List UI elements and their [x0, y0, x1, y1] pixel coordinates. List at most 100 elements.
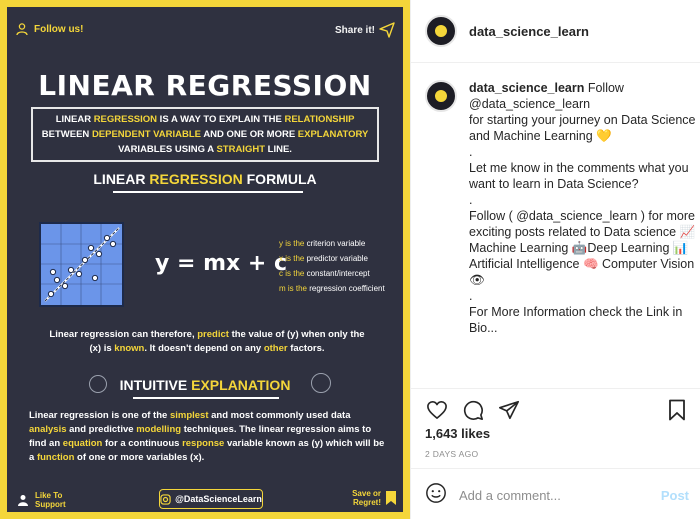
text-segment: of one or more variables (x). — [74, 452, 205, 463]
text-segment: LINEAR — [55, 114, 94, 125]
highlighted-text: known — [114, 343, 145, 354]
text-segment: predictor variable — [306, 254, 368, 263]
intuitive-heading-underline — [133, 397, 279, 399]
formula-heading: LINEAR REGRESSION FORMULA — [7, 171, 403, 193]
legend-item-y: y is the criterion variable — [279, 236, 385, 251]
highlighted-text: function — [36, 452, 75, 463]
emoji-button[interactable] — [425, 482, 447, 509]
text-segment: AND ONE OR MORE — [201, 129, 298, 140]
comment-input[interactable] — [459, 488, 649, 503]
avatar[interactable] — [425, 15, 457, 47]
text-segment: LINEAR — [93, 171, 150, 187]
text-segment: IS A WAY TO EXPLAIN THE — [157, 114, 285, 125]
send-icon — [379, 22, 395, 38]
regression-plot-illustration — [39, 222, 124, 307]
highlighted-text: m is the — [279, 284, 310, 293]
text-segment: . It doesn't depend on any — [144, 343, 264, 354]
instagram-handle-badge: @DataScienceLearn — [159, 489, 263, 509]
highlighted-text: response — [182, 438, 225, 449]
save-button[interactable] — [665, 398, 689, 422]
caption-body: @data_science_learn for starting your jo… — [469, 97, 696, 335]
caption-username[interactable]: data_science_learn — [469, 81, 584, 95]
text-segment: INTUITIVE — [119, 377, 192, 393]
caption-text: data_science_learn Follow @data_science_… — [469, 80, 700, 336]
comment-divider — [411, 468, 700, 469]
text-segment: constant/intercept — [306, 269, 370, 278]
highlighted-text: STRAIGHT — [216, 144, 265, 155]
intuitive-heading-text: INTUITIVE EXPLANATION — [120, 377, 291, 393]
text-segment: Linear regression can therefore, — [49, 329, 198, 340]
save-or-regret: Save or Regret! — [352, 489, 397, 507]
share-button[interactable] — [497, 398, 521, 422]
post-comment-button[interactable]: Post — [661, 488, 689, 503]
instagram-handle: @DataScienceLearn — [175, 494, 262, 504]
save-or-label: Save or — [352, 489, 381, 498]
person-icon — [16, 23, 28, 36]
highlighted-text: EXPLANATION — [191, 377, 291, 393]
person-icon — [18, 495, 28, 506]
caption-follow-link[interactable]: Follow — [588, 81, 624, 95]
post-timestamp: 2 DAYS AGO — [425, 449, 479, 459]
post-image[interactable]: Follow us! Share it! LINEAR REGRESSION L… — [0, 0, 410, 519]
post-sidebar: data_science_learn data_science_learn Fo… — [410, 0, 700, 519]
legend-item-m: m is the regression coefficient — [279, 281, 385, 296]
bookmark-icon — [386, 491, 396, 505]
smiley-icon — [426, 483, 446, 503]
comment-button[interactable] — [461, 398, 485, 422]
comment-icon — [463, 400, 483, 420]
highlighted-text: REGRESSION — [149, 171, 243, 187]
legend-item-x: x is the predictor variable — [279, 251, 385, 266]
text-segment: BETWEEN — [41, 129, 92, 140]
highlighted-text: DEPENDENT VARIABLE — [91, 129, 202, 140]
bookmark-icon — [669, 399, 685, 421]
legend-item-c: c is the constant/intercept — [279, 266, 385, 281]
post-header: data_science_learn — [425, 15, 589, 47]
highlighted-text: x is the — [279, 254, 307, 263]
variable-legend: y is the criterion variable x is the pre… — [279, 236, 385, 296]
formula-heading-text: LINEAR REGRESSION FORMULA — [93, 171, 316, 187]
highlighted-text: modelling — [136, 424, 182, 435]
follow-us-label: Follow us! — [34, 23, 84, 35]
text-segment: VARIABLES USING A — [118, 144, 217, 155]
post-title: LINEAR REGRESSION — [38, 69, 372, 102]
formula-heading-underline — [113, 191, 303, 193]
instagram-icon — [160, 493, 171, 505]
highlighted-text: simplest — [169, 410, 209, 421]
intuitive-heading: INTUITIVE EXPLANATION — [7, 377, 403, 399]
text-segment: for a continuous — [102, 438, 183, 449]
send-icon — [499, 400, 519, 420]
text-segment: and predictive — [66, 424, 137, 435]
like-to-label: Like To — [35, 491, 63, 500]
share-it: Share it! — [335, 22, 395, 38]
definition-text: LINEAR REGRESSION IS A WAY TO EXPLAIN TH… — [42, 114, 368, 155]
action-bar — [425, 398, 689, 422]
highlighted-text: EXPLANATORY — [297, 129, 369, 140]
prediction-paragraph: Linear regression can therefore, predict… — [47, 328, 367, 356]
highlighted-text: other — [263, 343, 288, 354]
like-button[interactable] — [425, 398, 449, 422]
highlighted-text: REGRESSION — [93, 114, 158, 125]
caption-row: data_science_learn Follow @data_science_… — [425, 80, 700, 336]
text-segment: factors. — [287, 343, 325, 354]
text-segment: LINE. — [265, 144, 292, 155]
highlighted-text: analysis — [29, 424, 67, 435]
highlighted-text: y is the — [279, 239, 307, 248]
text-segment: FORMULA — [242, 171, 317, 187]
highlighted-text: c is the — [279, 269, 307, 278]
text-segment: regression coefficient — [309, 284, 385, 293]
likes-count[interactable]: 1,643 likes — [425, 426, 490, 441]
header-username[interactable]: data_science_learn — [469, 24, 589, 39]
text-segment: criterion variable — [306, 239, 366, 248]
heart-icon — [427, 401, 447, 419]
support-label: Support — [35, 500, 66, 509]
header-divider — [411, 62, 700, 63]
follow-us: Follow us! — [15, 22, 83, 36]
regret-label: Regret! — [352, 498, 381, 507]
regression-equation: y = mx + c — [155, 251, 287, 276]
highlighted-text: equation — [62, 438, 103, 449]
caption-avatar[interactable] — [425, 80, 457, 112]
post-slide: Follow us! Share it! LINEAR REGRESSION L… — [7, 7, 403, 512]
highlighted-text: RELATIONSHIP — [284, 114, 355, 125]
text-segment: Linear regression is one of the — [29, 410, 170, 421]
highlighted-text: predict — [197, 329, 229, 340]
